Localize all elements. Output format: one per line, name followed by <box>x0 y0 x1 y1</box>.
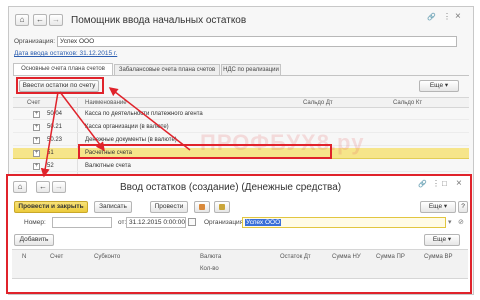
callout-arrows <box>40 87 191 178</box>
arrow-to-dialog <box>40 91 59 178</box>
arrow-from-row <box>108 87 191 151</box>
arrow-to-selected-row <box>59 91 105 152</box>
